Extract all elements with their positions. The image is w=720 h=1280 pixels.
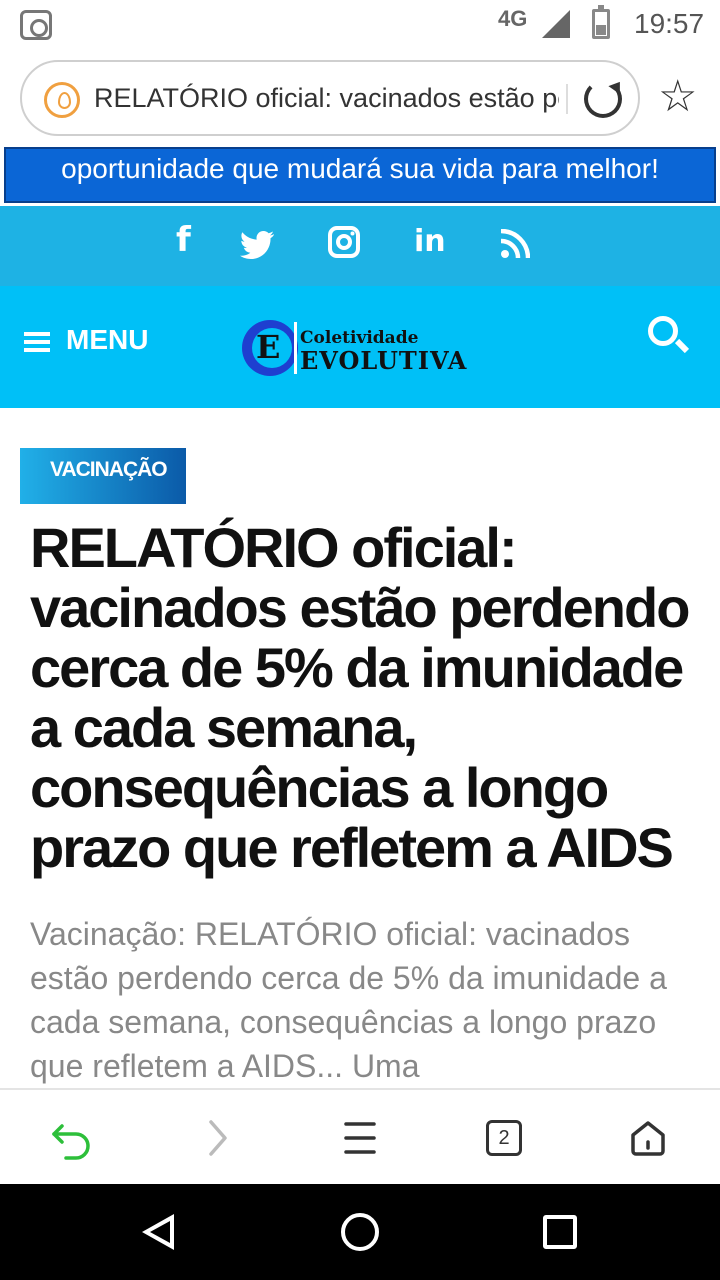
logo-divider: [294, 322, 297, 374]
forward-arrow-icon: [209, 1120, 227, 1156]
reload-icon[interactable]: [584, 80, 622, 118]
promo-banner[interactable]: oportunidade que mudará sua vida para me…: [4, 147, 716, 203]
linkedin-icon[interactable]: in: [414, 224, 446, 259]
logo-letter: E: [256, 328, 281, 366]
site-security-icon[interactable]: [44, 82, 80, 118]
forward-button[interactable]: [186, 1110, 246, 1166]
home-button[interactable]: [618, 1110, 678, 1166]
signal-icon: [542, 10, 570, 38]
status-bar: 4G 19:57: [0, 0, 720, 50]
search-icon[interactable]: [648, 316, 678, 346]
system-nav-bar: [0, 1184, 720, 1280]
menu-button[interactable]: MENU: [24, 322, 148, 362]
url-divider: [566, 84, 568, 114]
home-icon: [631, 1121, 665, 1156]
site-logo[interactable]: E Coletividade EVOLUTIVA: [240, 320, 480, 380]
nav-home-icon[interactable]: [341, 1213, 379, 1251]
battery-icon: [592, 5, 610, 39]
twitter-icon[interactable]: [239, 228, 274, 268]
tabs-count: 2: [486, 1120, 522, 1156]
browser-menu-button[interactable]: [330, 1110, 390, 1166]
bookmark-star-icon[interactable]: ☆: [658, 72, 697, 122]
social-bar: f in: [0, 206, 720, 286]
back-arrow-icon: [52, 1124, 90, 1160]
menu-lines-icon: [344, 1122, 376, 1154]
nav-back-icon[interactable]: [142, 1214, 174, 1250]
article-excerpt: Vacinação: RELATÓRIO oficial: vacinados …: [30, 916, 667, 1084]
rss-icon[interactable]: [500, 228, 531, 268]
clock: 19:57: [634, 8, 705, 39]
instagram-icon[interactable]: [328, 226, 360, 267]
article-title: RELATÓRIO oficial: vacinados estão perde…: [30, 516, 690, 879]
tabs-button[interactable]: 2: [474, 1110, 534, 1166]
category-tag[interactable]: VACINAÇÃO: [20, 448, 186, 504]
url-text[interactable]: RELATÓRIO oficial: vacinados estão perde…: [94, 83, 559, 114]
nav-recent-apps-icon[interactable]: [543, 1215, 577, 1249]
browser-toolbar: 2: [0, 1088, 720, 1184]
menu-label: MENU: [66, 324, 149, 355]
site-header: MENU E Coletividade EVOLUTIVA: [0, 286, 720, 408]
facebook-icon[interactable]: f: [176, 220, 191, 260]
network-type: 4G: [498, 6, 528, 31]
logo-small-text: Coletividade: [300, 328, 419, 348]
logo-big-text: EVOLUTIVA: [300, 346, 468, 375]
hamburger-icon: [24, 331, 50, 352]
address-bar[interactable]: RELATÓRIO oficial: vacinados estão perde…: [20, 60, 640, 136]
screenshot-icon: [20, 10, 52, 40]
back-button[interactable]: [42, 1110, 102, 1166]
